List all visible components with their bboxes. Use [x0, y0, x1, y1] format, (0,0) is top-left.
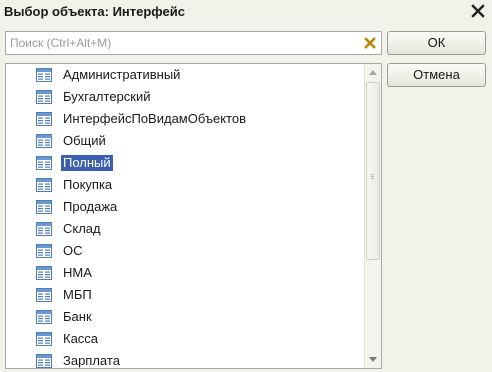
interface-icon [36, 310, 52, 324]
scroll-up-arrow-icon[interactable] [365, 64, 381, 81]
clear-search-icon[interactable] [362, 35, 378, 51]
list-item-label: Касса [63, 331, 99, 346]
list-items-container: Административный Бухгалтерский Интерфейс… [6, 64, 361, 368]
interface-icon [36, 332, 52, 346]
list-item-label: Склад [63, 221, 101, 236]
title-bar: Выбор объекта: Интерфейс [0, 0, 492, 24]
list-item-label: МБП [63, 287, 92, 302]
interface-icon [36, 156, 52, 170]
list-item-label: ИнтерфейсПоВидамОбъектов [63, 111, 246, 126]
interface-icon [36, 90, 52, 104]
list-item-label: ОС [63, 243, 83, 258]
interface-icon [36, 354, 52, 368]
interface-icon [36, 68, 52, 82]
search-input[interactable] [8, 33, 362, 53]
list-item[interactable]: ОС [6, 240, 361, 262]
list-item[interactable]: Касса [6, 328, 361, 350]
scroll-thumb[interactable] [366, 82, 380, 260]
list-item-selected[interactable]: Полный [6, 152, 361, 174]
list-item[interactable]: МБП [6, 284, 361, 306]
list-item-label: Административный [63, 67, 181, 82]
list-item-label: Бухгалтерский [63, 89, 151, 104]
list-item[interactable]: Склад [6, 218, 361, 240]
list-item[interactable]: Бухгалтерский [6, 86, 361, 108]
list-item[interactable]: Банк [6, 306, 361, 328]
list-item-label: Покупка [63, 177, 113, 192]
list-item[interactable]: Зарплата [6, 350, 361, 368]
list-item-label: Полный [61, 155, 113, 171]
list-item[interactable]: ИнтерфейсПоВидамОбъектов [6, 108, 361, 130]
vertical-scrollbar[interactable] [364, 64, 381, 368]
interface-icon [36, 266, 52, 280]
thumb-grip-icon [371, 167, 375, 179]
window-title: Выбор объекта: Интерфейс [4, 4, 185, 19]
scroll-down-arrow-icon[interactable] [365, 351, 381, 368]
ok-button[interactable]: ОК [387, 31, 486, 55]
dialog-window: Выбор объекта: Интерфейс ОК Отмена [0, 0, 492, 372]
close-icon[interactable] [470, 3, 486, 19]
interface-icon [36, 244, 52, 258]
interface-icon [36, 178, 52, 192]
list-item[interactable]: НМА [6, 262, 361, 284]
list-item[interactable]: Административный [6, 64, 361, 86]
list-item-label: Зарплата [63, 353, 120, 368]
object-list[interactable]: Административный Бухгалтерский Интерфейс… [5, 63, 382, 369]
interface-icon [36, 222, 52, 236]
interface-icon [36, 112, 52, 126]
list-item-label: Продажа [63, 199, 118, 214]
list-item-label: Банк [63, 309, 92, 324]
list-item[interactable]: Продажа [6, 196, 361, 218]
interface-icon [36, 134, 52, 148]
interface-icon [36, 200, 52, 214]
cancel-button[interactable]: Отмена [387, 63, 486, 87]
list-item-label: Общий [63, 133, 106, 148]
list-item[interactable]: Покупка [6, 174, 361, 196]
list-item[interactable]: Общий [6, 130, 361, 152]
search-field[interactable] [5, 31, 382, 55]
list-item-label: НМА [63, 265, 92, 280]
interface-icon [36, 288, 52, 302]
